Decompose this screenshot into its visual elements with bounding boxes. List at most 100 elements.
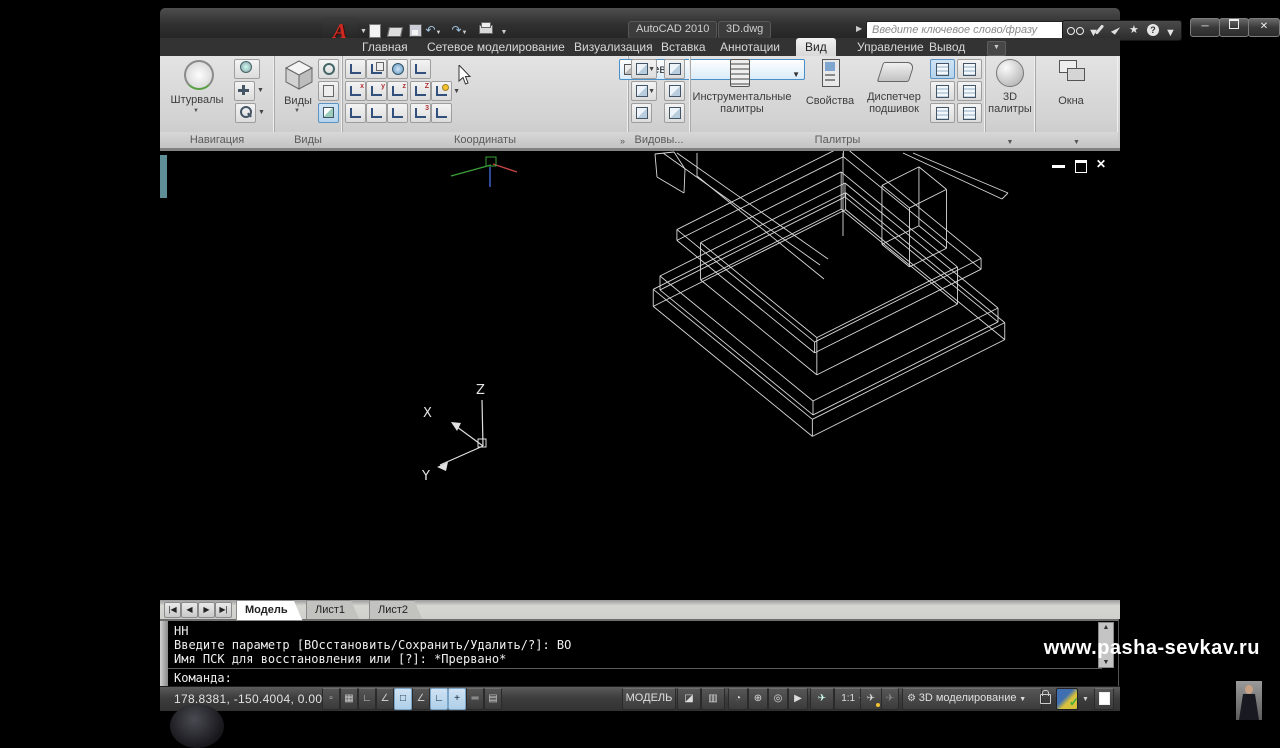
zoom-button[interactable]: ⊕ xyxy=(748,688,768,710)
properties-icon[interactable] xyxy=(822,59,840,87)
ucs-view-button[interactable] xyxy=(431,103,452,123)
viewport-split-button[interactable] xyxy=(664,103,685,123)
viewport-new-button[interactable] xyxy=(664,59,685,79)
showmotion-button[interactable]: ▶ xyxy=(788,688,808,710)
quick-properties-toggle[interactable]: ▤ xyxy=(484,688,502,710)
next-layout-button[interactable]: ▶ xyxy=(198,602,215,618)
orbit-button[interactable]: ◔ xyxy=(728,688,748,710)
palette-props-button[interactable] xyxy=(930,81,955,101)
first-layout-button[interactable]: |◀ xyxy=(164,602,181,618)
annotation-autoscale-button[interactable]: ✈ xyxy=(860,688,882,710)
ucs-apply-chevron-icon[interactable]: ▼ xyxy=(453,88,460,95)
pan-button[interactable] xyxy=(234,81,255,101)
layout-space-button[interactable]: ▥ xyxy=(701,688,725,710)
undo-button[interactable]: ↶▼ xyxy=(425,21,442,39)
3d-palettes-sphere-icon[interactable] xyxy=(996,59,1024,87)
command-window[interactable]: ННВведите параметр [ВОсстановить/Сохрани… xyxy=(160,619,1119,688)
help-chevron-icon[interactable]: ▼ xyxy=(1165,27,1176,39)
model-space-canvas[interactable]: XYZ ✕ xyxy=(160,148,1120,603)
viewport-join-button[interactable]: ▼ xyxy=(631,81,657,101)
polar-tracking-toggle[interactable]: ∠ xyxy=(376,688,394,710)
viewport-config-button[interactable]: ▼ xyxy=(631,59,657,79)
favorites-star-icon[interactable]: ★ xyxy=(1129,23,1139,36)
isometric-cube-button[interactable] xyxy=(318,103,339,123)
ucs-apply-button[interactable]: ▼ xyxy=(431,81,452,101)
3d-palettes-panel-chevron-icon[interactable]: ▼ xyxy=(985,139,1035,146)
dynamic-ucs-toggle[interactable]: ∟ xyxy=(430,688,448,710)
subscription-wrench-icon[interactable] xyxy=(1095,24,1104,34)
sheet-set-manager-button[interactable]: Диспетчер подшивок xyxy=(858,91,930,115)
orbit-button[interactable] xyxy=(234,59,260,79)
ribbon-tab-2[interactable]: Сетевое моделирование xyxy=(418,38,574,56)
ribbon-minimize-button[interactable]: ▼ xyxy=(987,41,1006,56)
viewport-rect-button[interactable] xyxy=(664,81,685,101)
views-button[interactable]: Виды xyxy=(274,95,322,107)
ucs-z-button[interactable]: z xyxy=(387,81,408,101)
minimize-button[interactable]: ─ xyxy=(1190,18,1220,37)
zoom-chevron-icon[interactable]: ▼ xyxy=(258,109,265,116)
coordinates-expand-icon[interactable]: » xyxy=(620,136,625,146)
3d-palettes-button[interactable]: 3D палитры xyxy=(985,91,1035,115)
palette-grid-button[interactable] xyxy=(930,103,955,123)
steering-wheel-icon[interactable] xyxy=(184,60,214,90)
close-button[interactable]: ✕ xyxy=(1248,18,1280,37)
ribbon-tab-6[interactable]: Вид xyxy=(796,38,836,56)
lineweight-toggle[interactable]: ═ xyxy=(466,688,484,710)
model-space-button[interactable]: ◪ xyxy=(677,688,701,710)
ucs-button[interactable] xyxy=(345,59,366,79)
search-binoculars-icon[interactable] xyxy=(1067,26,1084,38)
palette-calc-button[interactable] xyxy=(957,81,982,101)
pan-chevron-icon[interactable]: ▼ xyxy=(257,87,264,94)
command-prompt[interactable]: Команда: xyxy=(174,671,232,685)
ribbon-tab-5[interactable]: Аннотации xyxy=(711,38,789,56)
open-file-button[interactable] xyxy=(386,21,403,39)
grid-display-toggle[interactable]: ▦ xyxy=(340,688,358,710)
ribbon-tab-3[interactable]: Визуализация xyxy=(565,38,662,56)
help-icon[interactable]: ? xyxy=(1147,24,1159,36)
scroll-down-icon[interactable]: ▼ xyxy=(1099,659,1113,666)
ribbon-tab-1[interactable]: Главная xyxy=(353,38,417,56)
palette-cycle-button[interactable] xyxy=(957,59,982,79)
ribbon-tab-8[interactable]: Вывод xyxy=(920,38,974,56)
ucs-y-button[interactable]: y xyxy=(366,81,387,101)
save-button[interactable] xyxy=(406,21,423,39)
ucs-origin-button[interactable] xyxy=(345,103,366,123)
viewport-close-icon[interactable]: ✕ xyxy=(1096,157,1106,171)
tool-palettes-button[interactable]: Инструментальные палитры xyxy=(692,91,792,115)
dynamic-input-toggle[interactable]: + xyxy=(448,688,466,710)
redo-button[interactable]: ↷▼ xyxy=(451,21,468,39)
layout-tab-Лист2[interactable]: Лист2 xyxy=(369,600,423,621)
ucs-face-button[interactable] xyxy=(387,103,408,123)
palette-clip-button[interactable] xyxy=(957,103,982,123)
palette-sheet-button[interactable] xyxy=(930,59,955,79)
sheet-set-manager-icon[interactable] xyxy=(877,62,915,82)
viewport-minimize-icon[interactable] xyxy=(1052,165,1065,168)
scroll-up-icon[interactable]: ▲ xyxy=(1099,624,1113,631)
layout-tab-Модель[interactable]: Модель xyxy=(236,600,303,621)
annotation-visibility-button[interactable]: ✈ xyxy=(810,688,834,710)
prev-layout-button[interactable]: ◀ xyxy=(181,602,198,618)
ucs-z-axis-button[interactable]: Z xyxy=(410,81,431,101)
viewport-named-button[interactable] xyxy=(631,103,652,123)
windows-panel-chevron-icon[interactable]: ▼ xyxy=(1035,139,1118,146)
object-snap-toggle[interactable]: □ xyxy=(394,688,412,710)
windows-button[interactable]: Окна xyxy=(1035,95,1107,107)
qat-customize-button[interactable]: ▼ xyxy=(498,21,510,39)
ucs-named-button[interactable] xyxy=(366,59,387,79)
tuner-chevron-icon[interactable]: ▼ xyxy=(1082,696,1089,703)
command-window-grip[interactable] xyxy=(160,621,168,688)
ucs-3point-button[interactable]: 3 xyxy=(410,103,431,123)
last-layout-button[interactable]: ▶| xyxy=(215,602,232,618)
clean-screen-button[interactable] xyxy=(1094,688,1114,710)
zoom-previous-button[interactable] xyxy=(318,59,339,79)
snap-mode-toggle[interactable]: ▫ xyxy=(322,688,340,710)
ucs-object-button[interactable] xyxy=(366,103,387,123)
ucs-previous-button[interactable] xyxy=(410,59,431,79)
ortho-mode-toggle[interactable]: ∟ xyxy=(358,688,376,710)
ribbon-tab-4[interactable]: Вставка xyxy=(652,38,715,56)
annotation-sync-button[interactable]: ✈ xyxy=(881,688,899,710)
steering-wheels-button[interactable]: Штурвалы xyxy=(162,94,232,106)
properties-button[interactable]: Свойства xyxy=(802,95,858,107)
object-snap-tracking-toggle[interactable]: ∠ xyxy=(412,688,430,710)
restore-button[interactable] xyxy=(1219,18,1249,37)
